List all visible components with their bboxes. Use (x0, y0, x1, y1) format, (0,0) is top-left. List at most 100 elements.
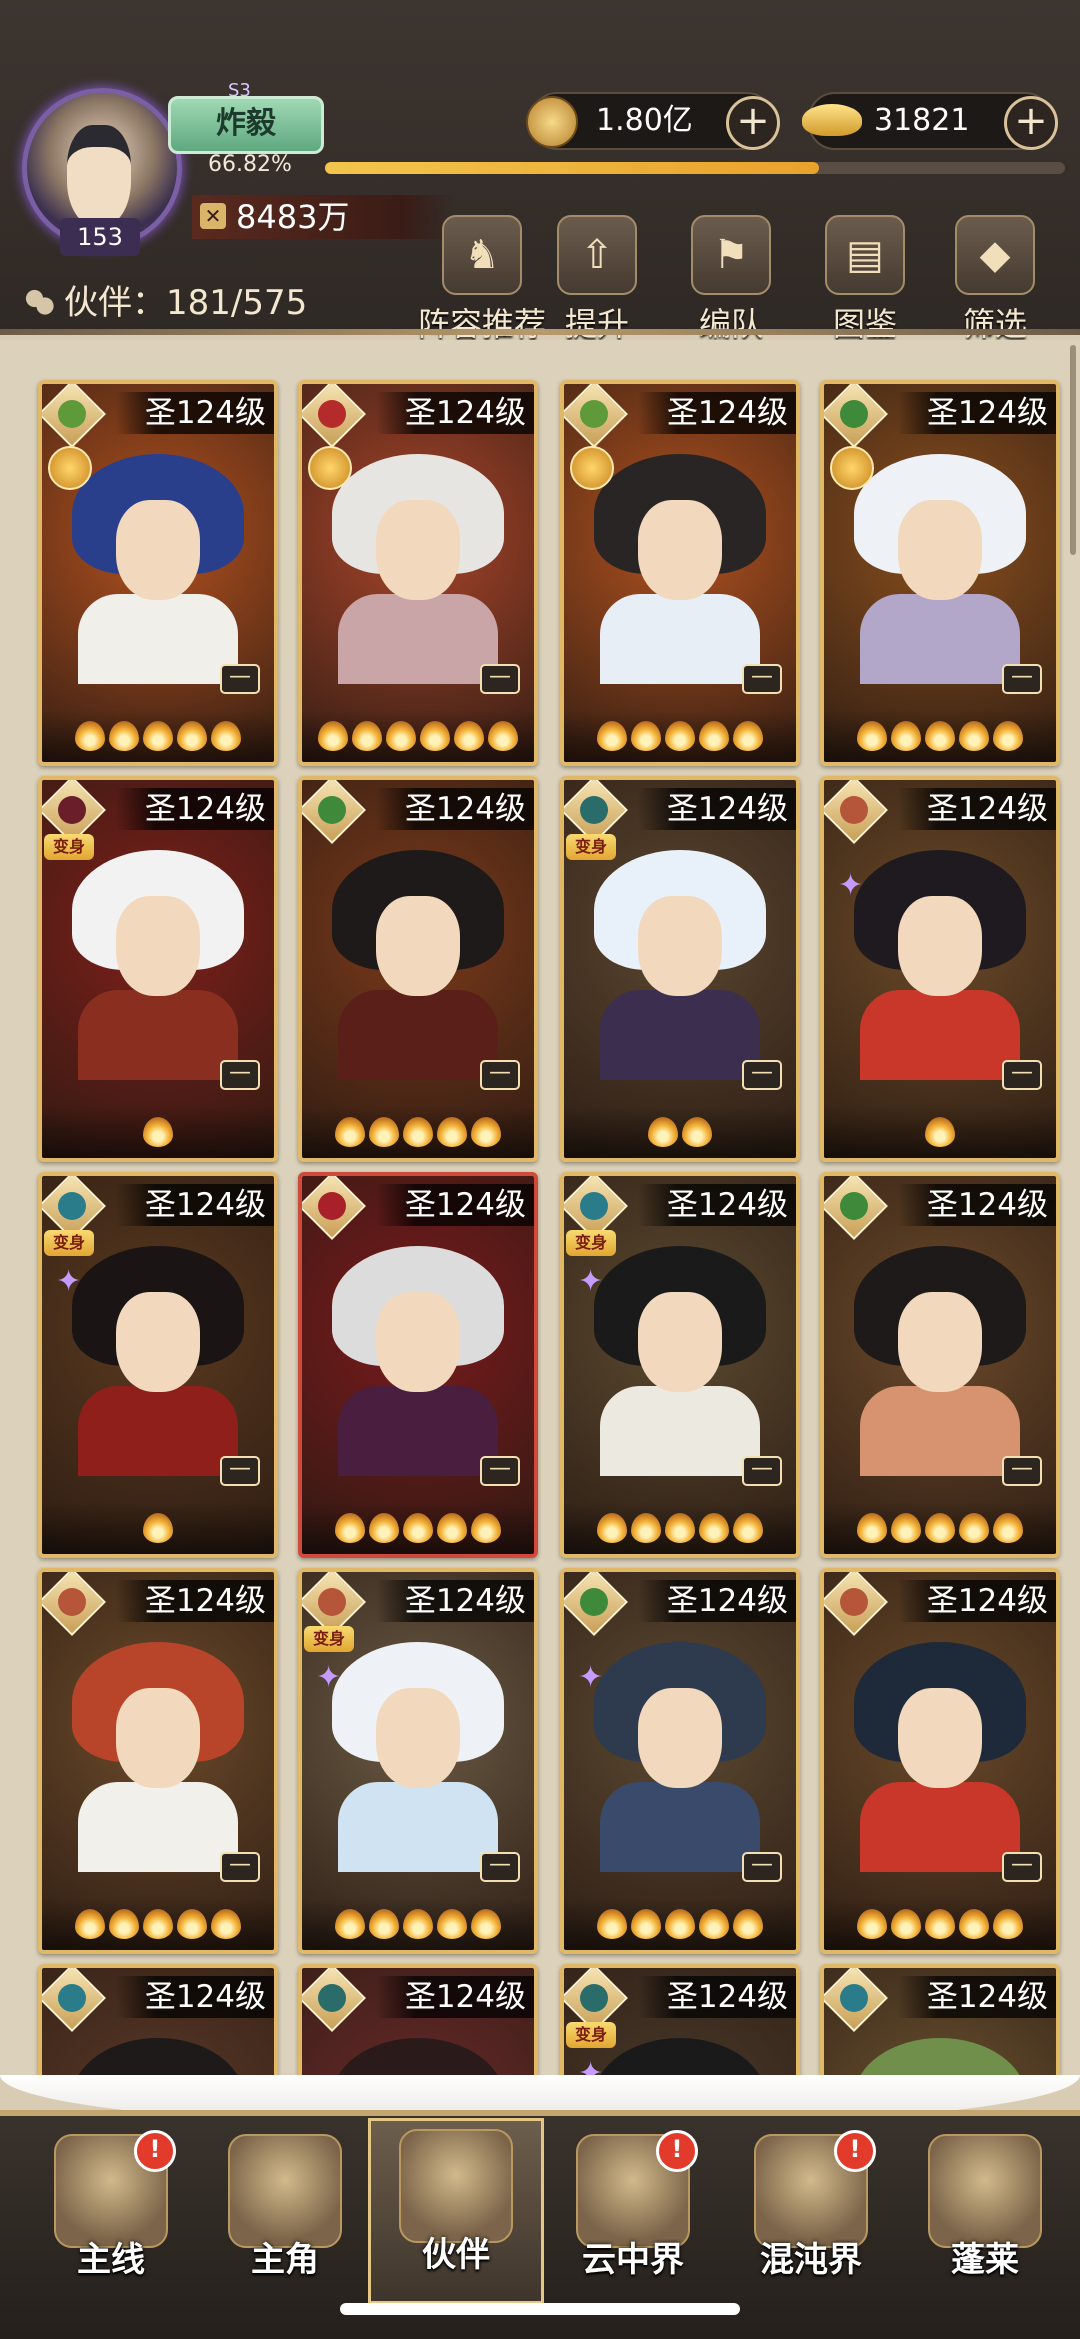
nav-tab[interactable]: 伙伴 (368, 2118, 544, 2304)
collapse-button[interactable]: — (1002, 1456, 1042, 1486)
partner-card[interactable]: 圣124级 — (560, 380, 800, 766)
star-flames (824, 1502, 1056, 1554)
transform-tag: 变身 (44, 834, 94, 860)
flame-icon (699, 1909, 729, 1939)
flame-icon (109, 721, 139, 751)
partner-portrait (72, 1246, 244, 1476)
flame-icon (437, 1513, 467, 1543)
partner-card[interactable]: 圣124级 ✦ — (820, 776, 1060, 1162)
partner-card[interactable]: 圣124级 — (820, 380, 1060, 766)
partner-card[interactable]: 圣124级 — (38, 1568, 278, 1954)
flame-icon (959, 1909, 989, 1939)
star-flames (564, 1106, 796, 1158)
portrait-body (600, 990, 760, 1080)
upgrade-button[interactable]: ⇧ 提升 (532, 215, 662, 343)
collapse-button[interactable]: — (1002, 1852, 1042, 1882)
portrait-body (600, 594, 760, 684)
nav-tab[interactable]: 主角 (200, 2126, 370, 2296)
portrait-face (638, 500, 722, 600)
partner-card[interactable]: 圣124级 — (820, 1172, 1060, 1558)
collapse-button[interactable]: — (220, 664, 260, 694)
portrait-body (338, 1386, 498, 1476)
partner-card[interactable]: 圣124级 变身 — (38, 776, 278, 1162)
partner-card[interactable]: 圣124级 变身 — (560, 776, 800, 1162)
filter-button[interactable]: ◆ 筛选 (930, 215, 1060, 343)
alert-badge-icon: ! (834, 2130, 876, 2172)
partner-level: 圣124级 (638, 1976, 796, 2018)
flame-icon (891, 1513, 921, 1543)
collapse-button[interactable]: — (742, 1852, 782, 1882)
flame-icon (733, 1513, 763, 1543)
flame-icon (437, 1909, 467, 1939)
portrait-face (376, 896, 460, 996)
partner-card[interactable]: 圣124级 变身 ✦ (560, 1964, 800, 2080)
portrait-body (860, 1782, 1020, 1872)
flame-icon (993, 721, 1023, 751)
formation-button[interactable]: ⚑ 编队 (666, 215, 796, 343)
sparkle-icon: ✦ (838, 868, 864, 903)
partner-card[interactable]: 圣124级 (38, 1964, 278, 2080)
nav-tab-icon (928, 2134, 1042, 2248)
partner-grid[interactable]: 圣124级 — 圣124级 — 圣124级 — 圣124级 — 圣124级 变身 — 圣124级 — 圣1… (0, 340, 1080, 2080)
portrait-face (898, 896, 982, 996)
portrait-face (116, 1292, 200, 1392)
medal-icon (570, 446, 614, 490)
flame-icon (177, 721, 207, 751)
codex-button[interactable]: ▤ 图鉴 (800, 215, 930, 343)
partner-card[interactable]: 圣124级 — (38, 380, 278, 766)
collapse-button[interactable]: — (480, 1060, 520, 1090)
partner-card[interactable]: 圣124级 — (820, 1568, 1060, 1954)
nav-tab[interactable]: 混沌界! (726, 2126, 896, 2296)
player-title-badge[interactable]: 炸毅 (168, 96, 324, 154)
partner-card[interactable]: 圣124级 — (298, 1172, 538, 1558)
collapse-button[interactable]: — (1002, 664, 1042, 694)
collapse-button[interactable]: — (742, 1060, 782, 1090)
partner-portrait (332, 1642, 504, 1872)
partner-card[interactable]: 圣124级 变身 ✦ — (38, 1172, 278, 1558)
portrait-face (898, 500, 982, 600)
collapse-button[interactable]: — (220, 1456, 260, 1486)
portrait-body (860, 990, 1020, 1080)
collapse-button[interactable]: — (220, 1852, 260, 1882)
sparkle-icon: ✦ (56, 1264, 82, 1299)
ingot-value: 31821 (874, 103, 970, 138)
nav-tab[interactable]: 主线! (26, 2126, 196, 2296)
nav-tab-label: 蓬莱 (951, 2240, 1019, 2280)
partner-card[interactable]: 圣124级 (298, 1964, 538, 2080)
gold-ingot-icon (802, 104, 862, 136)
collapse-button[interactable]: — (1002, 1060, 1042, 1090)
partner-card[interactable]: 圣124级 ✦ — (560, 1568, 800, 1954)
collapse-button[interactable]: — (220, 1060, 260, 1090)
collapse-button[interactable]: — (480, 664, 520, 694)
flame-icon (733, 1909, 763, 1939)
flame-icon (959, 1513, 989, 1543)
flame-icon (403, 1513, 433, 1543)
collapse-button[interactable]: — (480, 1852, 520, 1882)
transform-tag: 变身 (566, 2022, 616, 2048)
flame-icon (386, 721, 416, 751)
partner-card[interactable]: 圣124级 变身 ✦ — (298, 1568, 538, 1954)
star-flames (302, 1106, 534, 1158)
collapse-button[interactable]: — (742, 664, 782, 694)
home-indicator[interactable] (340, 2303, 740, 2315)
partner-card[interactable]: 圣124级 变身 ✦ — (560, 1172, 800, 1558)
partner-card[interactable]: 圣124级 (820, 1964, 1060, 2080)
nav-tab[interactable]: 云中界! (548, 2126, 718, 2296)
codex-icon: ▤ (825, 215, 905, 295)
flame-icon (665, 721, 695, 751)
partner-card[interactable]: 圣124级 — (298, 776, 538, 1162)
partner-portrait (72, 2038, 244, 2080)
collapse-button[interactable]: — (480, 1456, 520, 1486)
ingot-resource: 31821 + (802, 92, 1058, 150)
portrait-hair (332, 2038, 504, 2080)
star-flames (824, 1898, 1056, 1950)
collapse-button[interactable]: — (742, 1456, 782, 1486)
add-ingot-button[interactable]: + (1004, 96, 1058, 150)
partner-card[interactable]: 圣124级 — (298, 380, 538, 766)
grid-scrollbar[interactable] (1070, 345, 1076, 555)
flame-icon (75, 721, 105, 751)
nav-tab[interactable]: 蓬莱 (900, 2126, 1070, 2296)
portrait-body (78, 1782, 238, 1872)
add-coin-button[interactable]: + (726, 96, 780, 150)
partner-count-label: 伙伴：181/575 (64, 283, 308, 323)
